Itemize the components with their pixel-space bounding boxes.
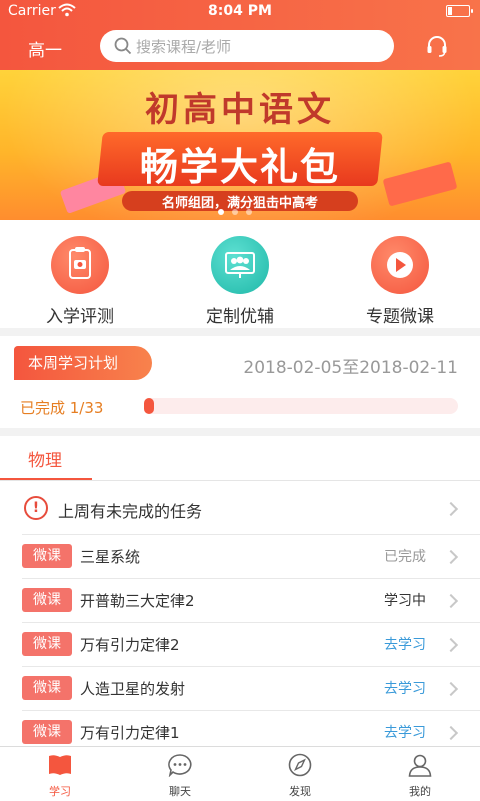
lesson-title: 开普勒三大定律2 bbox=[80, 592, 195, 610]
carousel-dot bbox=[218, 209, 224, 215]
promo-banner[interactable]: 初高中语文 畅学大礼包 名师组团，满分狙击中高考 bbox=[0, 70, 480, 220]
lesson-list: 物理 ! 上周有未完成的任务 微课 三星系统 已完成 微课 开普勒三大定律2 学… bbox=[0, 436, 480, 746]
unfinished-tasks-row[interactable]: ! 上周有未完成的任务 bbox=[0, 482, 480, 534]
banner-title: 初高中语文 bbox=[145, 90, 335, 130]
tab-me[interactable]: 我的 bbox=[360, 753, 480, 799]
lesson-tag: 微课 bbox=[22, 588, 72, 612]
plan-progress-fill bbox=[144, 398, 154, 414]
divider bbox=[0, 480, 480, 481]
lesson-status[interactable]: 去学习 bbox=[384, 634, 426, 654]
lesson-status[interactable]: 去学习 bbox=[384, 678, 426, 698]
banner-headline: 畅学大礼包 bbox=[139, 145, 340, 189]
tab-label: 聊天 bbox=[169, 785, 191, 798]
unfinished-tasks-text: 上周有未完成的任务 bbox=[58, 502, 203, 521]
status-bar: Carrier 8:04 PM bbox=[0, 0, 480, 22]
quick-action-label: 专题微课 bbox=[366, 307, 434, 327]
carousel-dots bbox=[218, 200, 260, 219]
lesson-title: 万有引力定律2 bbox=[80, 636, 180, 654]
tab-study[interactable]: 学习 bbox=[0, 753, 120, 799]
lesson-status[interactable]: 去学习 bbox=[384, 722, 426, 742]
plan-progress-bar bbox=[144, 398, 458, 414]
weekly-plan-card[interactable]: 本周学习计划 2018-02-05至2018-02-11 已完成 1/33 bbox=[0, 336, 480, 428]
divider bbox=[22, 710, 480, 711]
battery-icon bbox=[446, 5, 473, 17]
lesson-status: 学习中 bbox=[384, 593, 426, 609]
tab-discover[interactable]: 发现 bbox=[240, 753, 360, 799]
lesson-tag: 微课 bbox=[22, 544, 72, 568]
divider bbox=[22, 578, 480, 579]
divider bbox=[22, 666, 480, 667]
status-time: 8:04 PM bbox=[208, 3, 272, 19]
compass-icon bbox=[287, 753, 313, 780]
divider bbox=[22, 622, 480, 623]
lesson-row[interactable]: 微课 开普勒三大定律2 学习中 bbox=[0, 578, 480, 622]
tab-label: 学习 bbox=[49, 785, 71, 798]
chevron-right-icon bbox=[443, 637, 459, 653]
group-screen-icon bbox=[211, 236, 269, 294]
quick-action-label: 定制优辅 bbox=[206, 307, 274, 327]
lesson-row[interactable]: 微课 三星系统 已完成 bbox=[0, 534, 480, 578]
search-bar[interactable]: 搜索课程/老师 bbox=[100, 30, 394, 62]
book-icon bbox=[47, 755, 73, 780]
lesson-row[interactable]: 微课 人造卫星的发射 去学习 bbox=[0, 666, 480, 710]
quick-actions: 入学评测 定制优辅 专题微课 bbox=[0, 220, 480, 328]
quick-action-micro-lessons[interactable]: 专题微课 bbox=[320, 236, 480, 327]
lesson-tag: 微课 bbox=[22, 632, 72, 656]
quick-action-label: 入学评测 bbox=[46, 307, 114, 327]
alert-icon: ! bbox=[24, 496, 48, 520]
tab-label: 发现 bbox=[289, 785, 311, 798]
search-icon bbox=[114, 37, 132, 59]
lesson-tag: 微课 bbox=[22, 720, 72, 744]
top-header: Carrier 8:04 PM 高一 搜索课程/老师 bbox=[0, 0, 480, 70]
lesson-title: 人造卫星的发射 bbox=[80, 680, 186, 698]
search-placeholder: 搜索课程/老师 bbox=[136, 38, 232, 56]
headset-icon[interactable] bbox=[425, 34, 449, 62]
clipboard-camera-icon bbox=[51, 236, 109, 294]
chevron-right-icon bbox=[443, 549, 459, 565]
bottom-tab-bar: 学习 聊天 发现 我的 bbox=[0, 746, 480, 801]
plan-tag: 本周学习计划 bbox=[14, 346, 152, 380]
lesson-row[interactable]: 微课 万有引力定律2 去学习 bbox=[0, 622, 480, 666]
chevron-right-icon bbox=[443, 593, 459, 609]
carousel-dot bbox=[232, 209, 238, 215]
grade-selector[interactable]: 高一 bbox=[28, 36, 62, 61]
tab-chat[interactable]: 聊天 bbox=[120, 753, 240, 799]
lesson-status: 已完成 bbox=[384, 549, 426, 565]
quick-action-assessment[interactable]: 入学评测 bbox=[0, 236, 160, 327]
lesson-title: 三星系统 bbox=[80, 548, 141, 566]
quick-action-custom-tutoring[interactable]: 定制优辅 bbox=[160, 236, 320, 327]
chat-icon bbox=[167, 754, 193, 780]
play-icon bbox=[371, 236, 429, 294]
lesson-title: 万有引力定律1 bbox=[80, 724, 180, 742]
tab-label: 我的 bbox=[409, 785, 431, 798]
plan-date-range: 2018-02-05至2018-02-11 bbox=[243, 358, 458, 378]
lesson-tag: 微课 bbox=[22, 676, 72, 700]
divider bbox=[22, 534, 480, 535]
plan-completed: 已完成 1/33 bbox=[20, 399, 104, 417]
carousel-dot bbox=[246, 209, 252, 215]
chevron-right-icon bbox=[443, 725, 459, 741]
chevron-right-icon bbox=[443, 681, 459, 697]
subject-tab[interactable]: 物理 bbox=[28, 446, 62, 471]
user-icon bbox=[407, 754, 433, 780]
chevron-right-icon bbox=[443, 501, 459, 517]
